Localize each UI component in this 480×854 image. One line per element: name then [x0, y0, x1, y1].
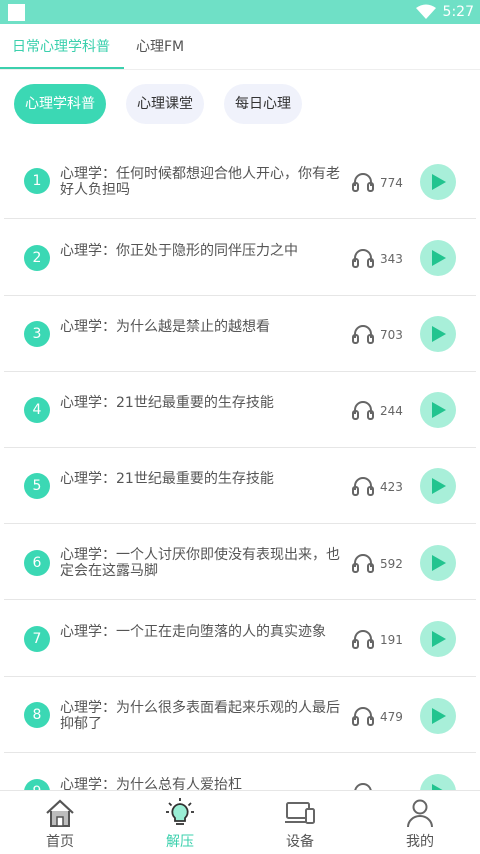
top-tabs: 日常心理学科普 心理FM [0, 24, 480, 70]
play-icon [432, 631, 446, 647]
lightbulb-icon [166, 798, 194, 825]
status-bar: 5:27 [0, 0, 480, 24]
headphones-icon [352, 554, 374, 573]
play-icon [432, 326, 446, 342]
play-button[interactable] [420, 392, 456, 428]
play-button[interactable] [420, 468, 456, 504]
play-button[interactable] [420, 774, 456, 790]
item-number-badge: 6 [24, 550, 50, 576]
item-title: 心理学：21世纪最重要的生存技能 [60, 471, 274, 487]
headphones-icon [352, 707, 374, 726]
headphones-icon [352, 249, 374, 268]
headphones-icon [352, 173, 374, 192]
row-divider [4, 599, 476, 600]
headphones-icon [352, 630, 374, 649]
item-title: 心理学：为什么总有人爱抬杠 [60, 777, 242, 790]
play-count: 774 [380, 176, 403, 190]
chip-psychology-science[interactable]: 心理学科普 [14, 84, 106, 124]
play-icon [432, 478, 446, 494]
item-number-badge: 5 [24, 473, 50, 499]
item-number-badge: 1 [24, 168, 50, 194]
list-item[interactable]: 6 心理学：一个人讨厌你即使没有表现出来，也定会在这露马脚 592 [0, 524, 480, 600]
item-number-badge: 4 [24, 397, 50, 423]
play-button[interactable] [420, 698, 456, 734]
play-count: 479 [380, 710, 403, 724]
play-icon [432, 250, 446, 266]
item-number-badge: 9 [24, 779, 50, 790]
play-count: 343 [380, 252, 403, 266]
item-title: 心理学：一个正在走向堕落的人的真实迹象 [60, 624, 326, 640]
item-title: 心理学：任何时候都想迎合他人开心，你有老好人负担吗 [60, 166, 340, 198]
list-item[interactable]: 7 心理学：一个正在走向堕落的人的真实迹象 191 [0, 601, 480, 677]
home-icon [46, 799, 74, 827]
item-number-badge: 3 [24, 321, 50, 347]
headphones-icon [352, 401, 374, 420]
list-item[interactable]: 4 心理学：21世纪最重要的生存技能 244 [0, 372, 480, 448]
list-item[interactable]: 1 心理学：任何时候都想迎合他人开心，你有老好人负担吗 774 [0, 143, 480, 219]
play-icon [432, 784, 443, 790]
list-item[interactable]: 5 心理学：21世纪最重要的生存技能 423 [0, 448, 480, 524]
list-item[interactable]: 2 心理学：你正处于隐形的同伴压力之中 343 [0, 220, 480, 296]
play-icon [432, 174, 446, 190]
article-list: 1 心理学：任何时候都想迎合他人开心，你有老好人负担吗 774 2 心理学：你正… [0, 143, 480, 790]
tab-psychology-fm[interactable]: 心理FM [136, 24, 184, 70]
row-divider [4, 218, 476, 219]
item-title: 心理学：21世纪最重要的生存技能 [60, 395, 274, 411]
item-number-badge: 2 [24, 245, 50, 271]
nav-relax[interactable]: 解压 [120, 791, 240, 854]
nav-devices[interactable]: 设备 [240, 791, 360, 854]
status-time: 5:27 [442, 4, 474, 20]
item-title: 心理学：为什么很多表面看起来乐观的人最后抑郁了 [60, 700, 340, 732]
headphones-icon [352, 477, 374, 496]
item-title: 心理学：你正处于隐形的同伴压力之中 [60, 243, 298, 259]
play-button[interactable] [420, 164, 456, 200]
item-number-badge: 7 [24, 626, 50, 652]
chip-psychology-class[interactable]: 心理课堂 [126, 84, 204, 124]
nav-mine-label: 我的 [406, 834, 434, 850]
item-title: 心理学：一个人讨厌你即使没有表现出来，也定会在这露马脚 [60, 547, 340, 579]
tabs-divider [0, 69, 480, 70]
play-button[interactable] [420, 545, 456, 581]
play-icon [432, 555, 446, 571]
headphones-icon [354, 783, 372, 790]
devices-icon [285, 802, 315, 824]
nav-mine[interactable]: 我的 [360, 791, 480, 854]
item-title: 心理学：为什么越是禁止的越想看 [60, 319, 270, 335]
play-count: 244 [380, 404, 403, 418]
play-button[interactable] [420, 621, 456, 657]
person-icon [407, 799, 433, 828]
headphones-icon [352, 325, 374, 344]
list-item[interactable]: 8 心理学：为什么很多表面看起来乐观的人最后抑郁了 479 [0, 677, 480, 753]
chip-daily-psychology[interactable]: 每日心理 [224, 84, 302, 124]
nav-home[interactable]: 首页 [0, 791, 120, 854]
play-count: 191 [380, 633, 403, 647]
play-button[interactable] [420, 316, 456, 352]
play-icon [432, 402, 446, 418]
list-item[interactable]: 3 心理学：为什么越是禁止的越想看 703 [0, 296, 480, 372]
nav-home-label: 首页 [46, 834, 74, 850]
list-item[interactable]: 9 心理学：为什么总有人爱抬杠 [0, 754, 480, 790]
play-count: 703 [380, 328, 403, 342]
item-number-badge: 8 [24, 702, 50, 728]
play-count: 592 [380, 557, 403, 571]
notification-square-icon [8, 4, 25, 21]
row-divider [4, 752, 476, 753]
tab-daily-psychology[interactable]: 日常心理学科普 [12, 24, 110, 70]
wifi-icon [416, 4, 436, 19]
play-button[interactable] [420, 240, 456, 276]
nav-devices-label: 设备 [286, 834, 314, 850]
play-count: 423 [380, 480, 403, 494]
bottom-nav: 首页 解压 设备 我的 [0, 790, 480, 854]
play-icon [432, 708, 446, 724]
nav-relax-label: 解压 [166, 834, 194, 850]
